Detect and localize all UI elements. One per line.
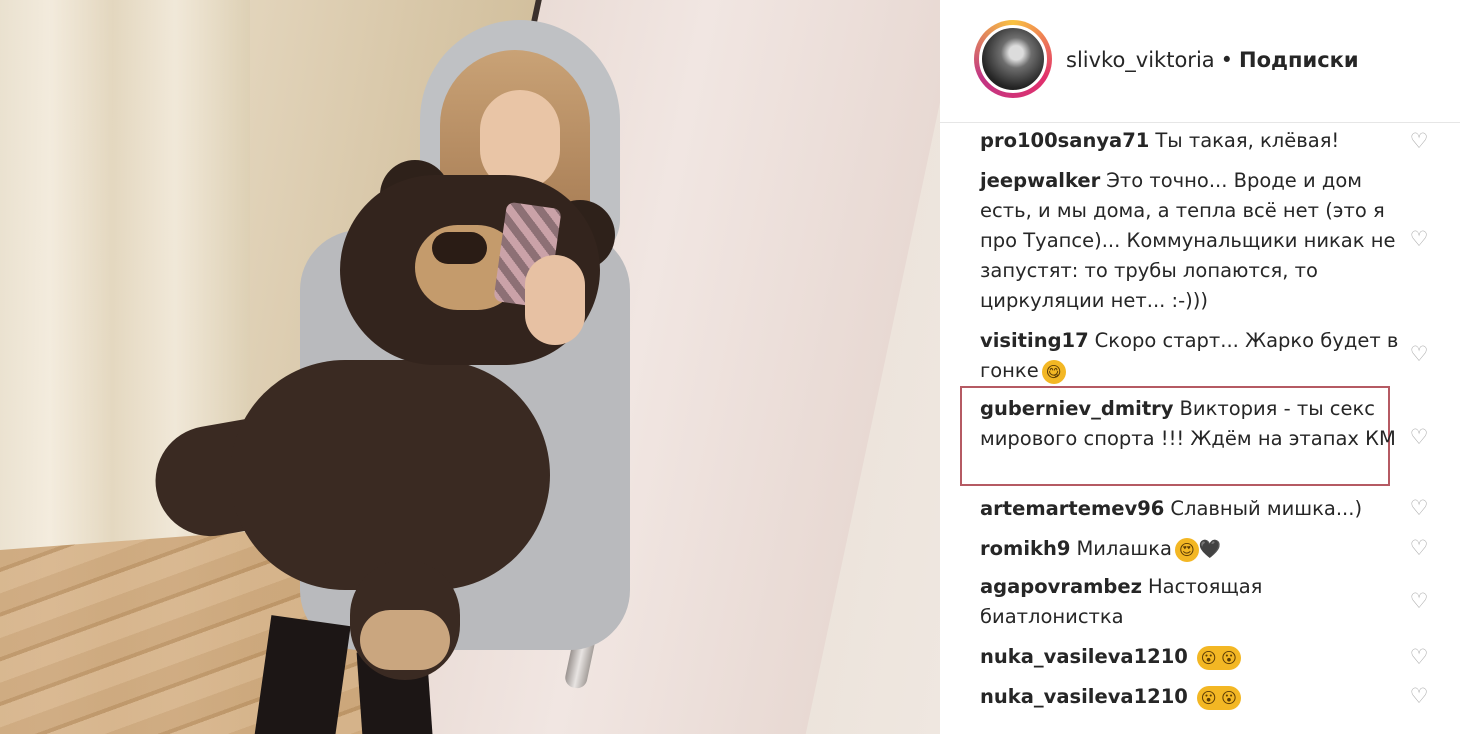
heart-outline-icon[interactable]: ♡: [1408, 497, 1430, 519]
hand: [525, 255, 585, 345]
comment-text: Ты такая, клёвая!: [1155, 129, 1340, 152]
comment-user[interactable]: agapovrambez: [980, 575, 1142, 598]
comment: agapovrambez Настоящая биатлонистка: [980, 572, 1400, 632]
avatar[interactable]: [979, 25, 1047, 93]
emoji-icon: 😮 😮: [1196, 685, 1241, 710]
following-button[interactable]: Подписки: [1239, 48, 1359, 72]
emoji-icon: 😋: [1041, 359, 1066, 384]
post-header: slivko_viktoria • Подписки: [940, 0, 1460, 123]
comment: nuka_vasileva1210 😮 😮: [980, 642, 1400, 672]
comment: romikh9 Милашка 😍 🖤: [980, 534, 1400, 565]
heart-outline-icon[interactable]: ♡: [1408, 685, 1430, 707]
heart-outline-icon[interactable]: ♡: [1408, 537, 1430, 559]
comment-user[interactable]: romikh9: [980, 537, 1070, 560]
header-text: slivko_viktoria • Подписки: [1066, 48, 1359, 72]
separator: •: [1220, 48, 1234, 72]
comment: jeepwalker Это точно... Вроде и дом есть,…: [980, 166, 1400, 316]
heart-outline-icon[interactable]: ♡: [1408, 228, 1430, 250]
comment: visiting17 Скоро старт... Жарко будет в г…: [980, 326, 1400, 386]
bear-foot: [360, 610, 450, 670]
heart-outline-icon[interactable]: ♡: [1408, 130, 1430, 152]
emoji-icon: 😮 😮: [1196, 645, 1241, 670]
comment-user[interactable]: nuka_vasileva1210: [980, 645, 1188, 668]
black-heart-icon: 🖤: [1198, 539, 1222, 560]
heart-outline-icon[interactable]: ♡: [1408, 343, 1430, 365]
comment: nuka_vasileva1210 😮 😮: [980, 682, 1400, 712]
comment-text: Милашка: [1076, 537, 1172, 560]
bear-body: [230, 360, 550, 590]
comment-user[interactable]: guberniev_dmitry: [980, 397, 1174, 420]
heart-outline-icon[interactable]: ♡: [1408, 646, 1430, 668]
comment: pro100sanya71 Ты такая, клёвая!: [980, 126, 1400, 156]
comments-panel: slivko_viktoria • Подписки pro100sanya71 Ты…: [940, 0, 1460, 734]
comment: artemartemev96 Славный мишка...): [980, 494, 1400, 524]
username-link[interactable]: slivko_viktoria: [1066, 48, 1215, 72]
comment-user[interactable]: nuka_vasileva1210: [980, 685, 1188, 708]
comment-highlighted: guberniev_dmitry Виктория - ты секс миров…: [980, 394, 1400, 454]
comment-user[interactable]: pro100sanya71: [980, 129, 1149, 152]
comment-text: Славный мишка...): [1170, 497, 1363, 520]
heart-outline-icon[interactable]: ♡: [1408, 590, 1430, 612]
comment-user[interactable]: visiting17: [980, 329, 1089, 352]
comment-user[interactable]: jeepwalker: [980, 169, 1100, 192]
heart-outline-icon[interactable]: ♡: [1408, 426, 1430, 448]
comment-user[interactable]: artemartemev96: [980, 497, 1164, 520]
emoji-icon: 😍: [1174, 537, 1199, 562]
post-photo[interactable]: [0, 0, 940, 734]
bear-nose: [432, 232, 487, 264]
leg: [253, 615, 351, 734]
